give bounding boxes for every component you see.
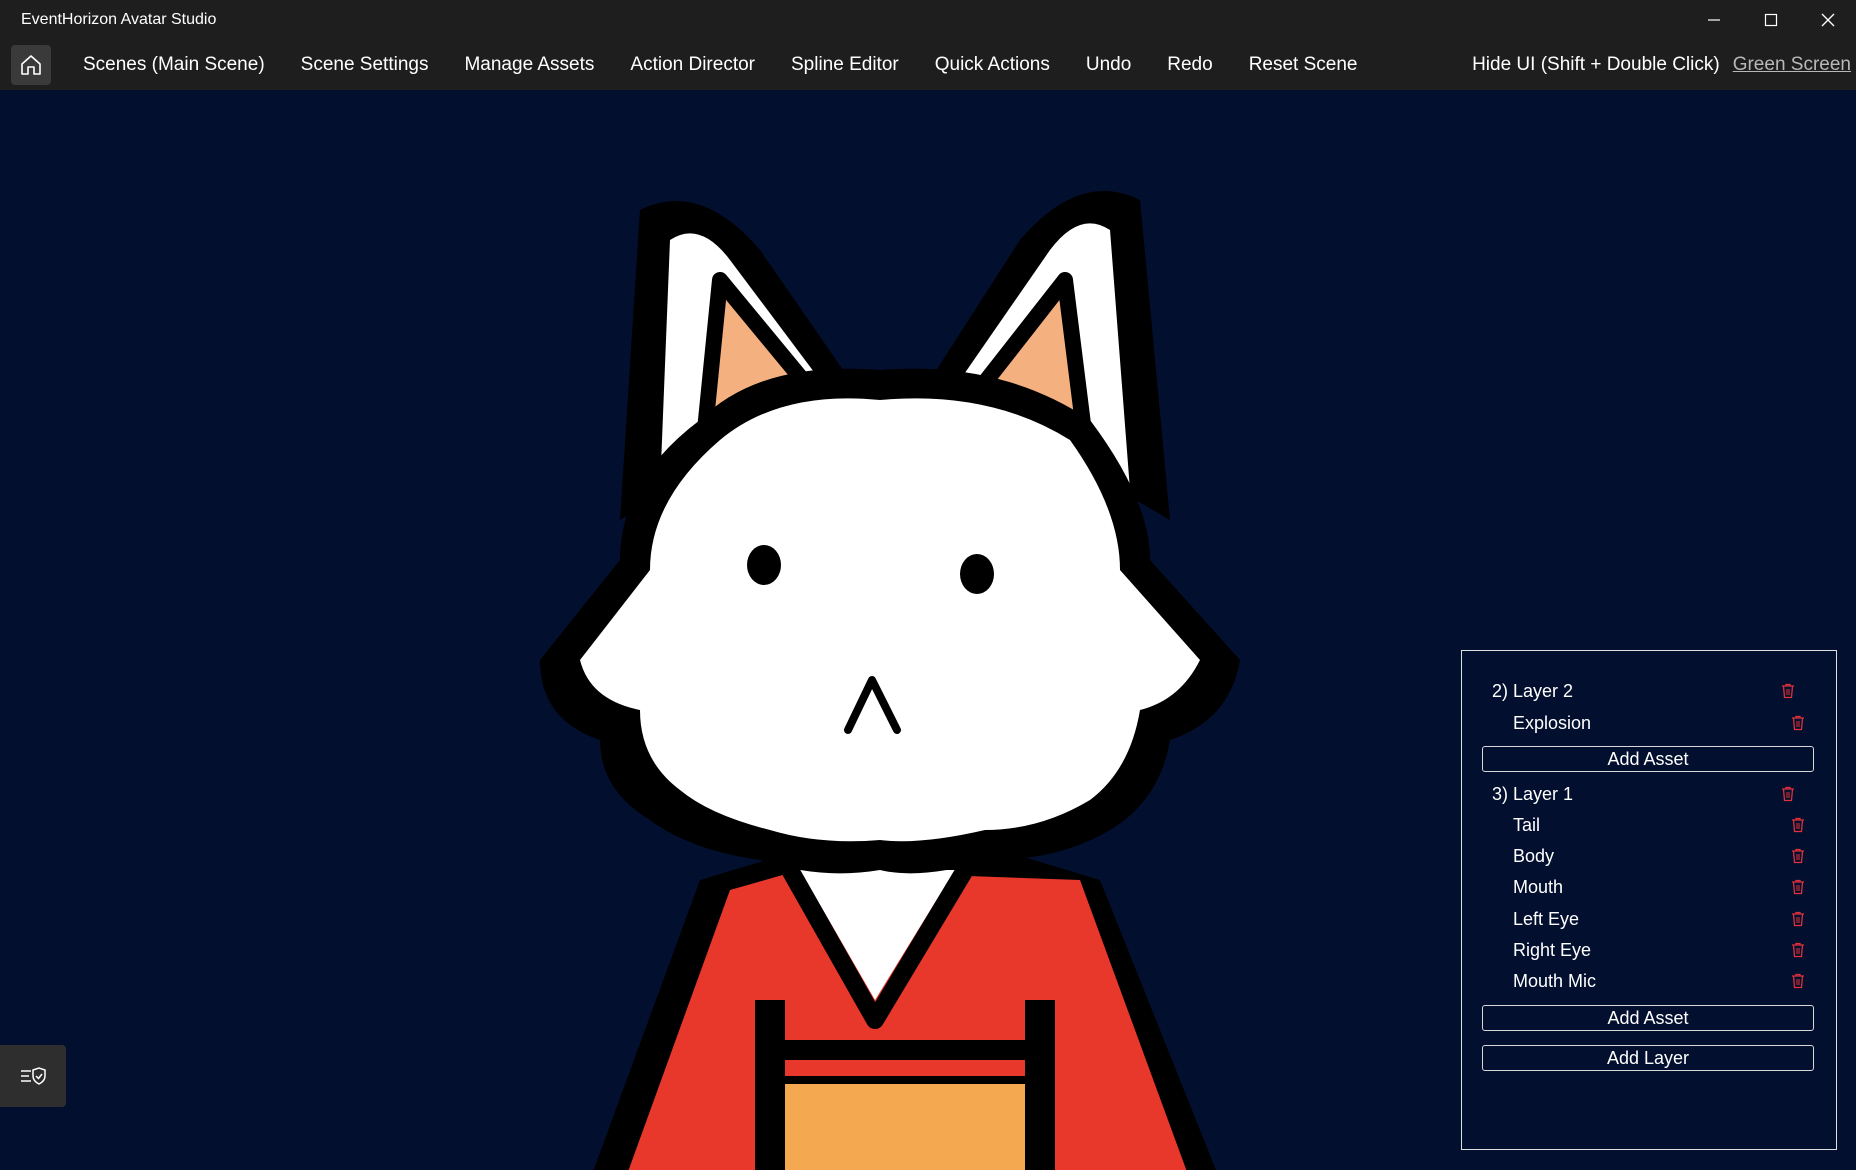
menu-items: Scenes (Main Scene) Scene Settings Manag…: [65, 54, 1375, 76]
list-shield-icon: [21, 1067, 46, 1085]
side-panel-toggle[interactable]: [0, 1045, 66, 1107]
menu-quick-actions[interactable]: Quick Actions: [917, 54, 1068, 76]
home-icon: [21, 55, 41, 75]
asset-name: Tail: [1513, 814, 1541, 835]
app-title: EventHorizon Avatar Studio: [21, 11, 217, 28]
trash-icon[interactable]: [1791, 715, 1805, 731]
layer-title: 2) Layer 2: [1492, 680, 1574, 701]
trash-icon[interactable]: [1791, 817, 1805, 833]
layer-row[interactable]: 2) Layer 2: [1462, 677, 1836, 705]
asset-row[interactable]: Explosion: [1462, 709, 1836, 737]
menu-scene-settings[interactable]: Scene Settings: [283, 54, 447, 76]
trash-icon[interactable]: [1791, 848, 1805, 864]
asset-name: Explosion: [1513, 712, 1592, 733]
home-button[interactable]: [11, 45, 51, 85]
hide-ui-button[interactable]: Hide UI (Shift + Double Click): [1472, 54, 1720, 76]
add-layer-button[interactable]: Add Layer: [1482, 1045, 1814, 1071]
asset-row[interactable]: Right Eye: [1462, 936, 1836, 964]
asset-row[interactable]: Body: [1462, 842, 1836, 870]
asset-name: Body: [1513, 845, 1555, 866]
close-icon: [1821, 13, 1834, 27]
close-button[interactable]: [1799, 0, 1856, 40]
trash-icon[interactable]: [1791, 911, 1805, 927]
asset-row[interactable]: Mouth: [1462, 873, 1836, 901]
trash-icon[interactable]: [1791, 879, 1805, 895]
minimize-button[interactable]: [1685, 0, 1742, 40]
menu-reset-scene[interactable]: Reset Scene: [1231, 54, 1376, 76]
layer-row[interactable]: 3) Layer 1: [1462, 780, 1836, 808]
asset-name: Mouth Mic: [1513, 970, 1597, 991]
asset-name: Right Eye: [1513, 939, 1592, 960]
layers-panel: 2) Layer 2 Explosion Add Asset 3) Layer …: [1461, 650, 1837, 1150]
avatar-body: [593, 850, 1216, 1170]
add-asset-button[interactable]: Add Asset: [1482, 746, 1814, 772]
asset-name: Left Eye: [1513, 908, 1580, 929]
menu-undo[interactable]: Undo: [1068, 54, 1149, 76]
trash-icon[interactable]: [1781, 683, 1795, 699]
trash-icon[interactable]: [1791, 973, 1805, 989]
asset-row[interactable]: Tail: [1462, 811, 1836, 839]
menu-bar: Scenes (Main Scene) Scene Settings Manag…: [0, 40, 1856, 90]
asset-row[interactable]: Left Eye: [1462, 905, 1836, 933]
window-controls: [1685, 0, 1856, 40]
add-asset-button[interactable]: Add Asset: [1482, 1005, 1814, 1031]
asset-row[interactable]: Mouth Mic: [1462, 967, 1836, 995]
menu-spline-editor[interactable]: Spline Editor: [773, 54, 917, 76]
trash-icon[interactable]: [1781, 786, 1795, 802]
maximize-button[interactable]: [1742, 0, 1799, 40]
maximize-icon: [1764, 13, 1777, 27]
layer-title: 3) Layer 1: [1492, 783, 1574, 804]
title-bar: EventHorizon Avatar Studio: [0, 0, 1856, 40]
green-screen-link[interactable]: Green Screen: [1733, 54, 1851, 76]
menu-right: Hide UI (Shift + Double Click) Green Scr…: [1472, 40, 1856, 90]
menu-redo[interactable]: Redo: [1149, 54, 1230, 76]
menu-scenes[interactable]: Scenes (Main Scene): [65, 54, 283, 76]
asset-name: Mouth: [1513, 876, 1564, 897]
menu-action-director[interactable]: Action Director: [612, 54, 773, 76]
trash-icon[interactable]: [1791, 942, 1805, 958]
menu-manage-assets[interactable]: Manage Assets: [446, 54, 612, 76]
minimize-icon: [1707, 19, 1720, 21]
